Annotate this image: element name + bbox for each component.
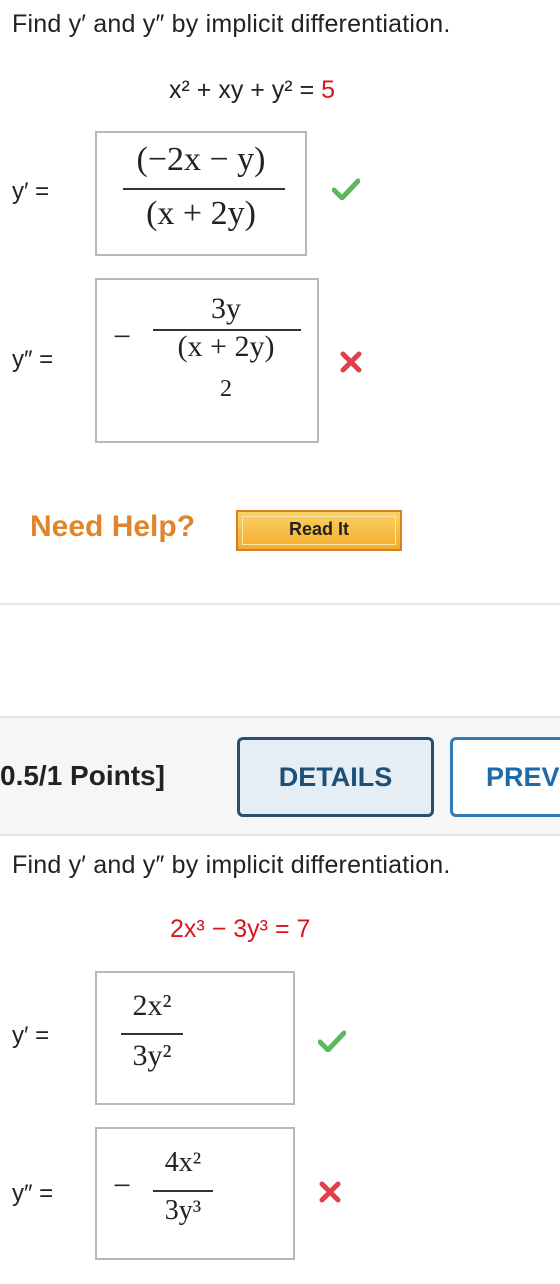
- fraction-bar: [153, 1190, 213, 1192]
- need-help-label: Need Help?: [30, 510, 196, 543]
- equation-rhs: 5: [321, 76, 336, 104]
- equation-rhs: 7: [296, 915, 311, 943]
- fraction-denominator: (x + 2y): [177, 330, 275, 363]
- y-double-prime-answer-box[interactable]: − 4x² 3y³: [95, 1127, 295, 1260]
- check-icon: [332, 178, 360, 200]
- equation-operator: −: [211, 915, 227, 943]
- previous-button[interactable]: PREV: [450, 737, 560, 817]
- fraction-numerator: (−2x − y): [136, 141, 266, 178]
- y-prime-label: y′ =: [12, 1022, 50, 1049]
- points-label: 0.5/1 Points]: [0, 760, 165, 791]
- details-button[interactable]: DETAILS: [237, 737, 434, 817]
- y-double-prime-label: y″ =: [12, 346, 54, 373]
- equation-lhs: x² + xy + y²: [169, 76, 293, 104]
- fraction-numerator: 3y: [211, 292, 241, 325]
- cross-icon: [318, 1180, 342, 1204]
- minus-sign: −: [113, 318, 132, 354]
- y-prime-answer-box[interactable]: 2x² 3y²: [95, 971, 295, 1105]
- y-prime-answer-box[interactable]: (−2x − y) (x + 2y): [95, 131, 307, 256]
- fraction-denominator: 3y²: [132, 1039, 172, 1072]
- fraction-numerator: 4x²: [164, 1147, 202, 1178]
- equation-term-1: 2x³: [170, 915, 205, 943]
- equation-equals: =: [299, 76, 315, 104]
- y-double-prime-label: y″ =: [12, 1180, 54, 1207]
- equation-equals: =: [274, 915, 290, 943]
- equation-term-2: 3y³: [233, 915, 268, 943]
- header-bottom-divider: [0, 834, 560, 836]
- fraction-denominator: 3y³: [164, 1195, 202, 1226]
- minus-sign: −: [113, 1167, 132, 1203]
- cross-icon: [339, 350, 363, 374]
- read-it-button[interactable]: Read It: [236, 510, 402, 551]
- y-prime-label: y′ =: [12, 178, 50, 205]
- question-equation: 2x³ − 3y³ = 7: [170, 915, 310, 944]
- check-icon: [318, 1030, 346, 1052]
- fraction-bar: [123, 188, 285, 190]
- question-equation: x² + xy + y² = 5: [169, 76, 335, 105]
- read-it-label: Read It: [288, 519, 349, 539]
- question-prompt: Find y′ and y″ by implicit differentiati…: [12, 10, 451, 38]
- fraction-denominator: (x + 2y): [146, 195, 256, 232]
- y-double-prime-answer-box[interactable]: − 3y (x + 2y) 2: [95, 278, 319, 443]
- question-prompt: Find y′ and y″ by implicit differentiati…: [12, 851, 451, 879]
- fraction-bar: [121, 1033, 183, 1035]
- fraction-numerator: 2x²: [132, 989, 172, 1022]
- section-divider: [0, 603, 560, 605]
- fraction-subscript: 2: [220, 376, 232, 402]
